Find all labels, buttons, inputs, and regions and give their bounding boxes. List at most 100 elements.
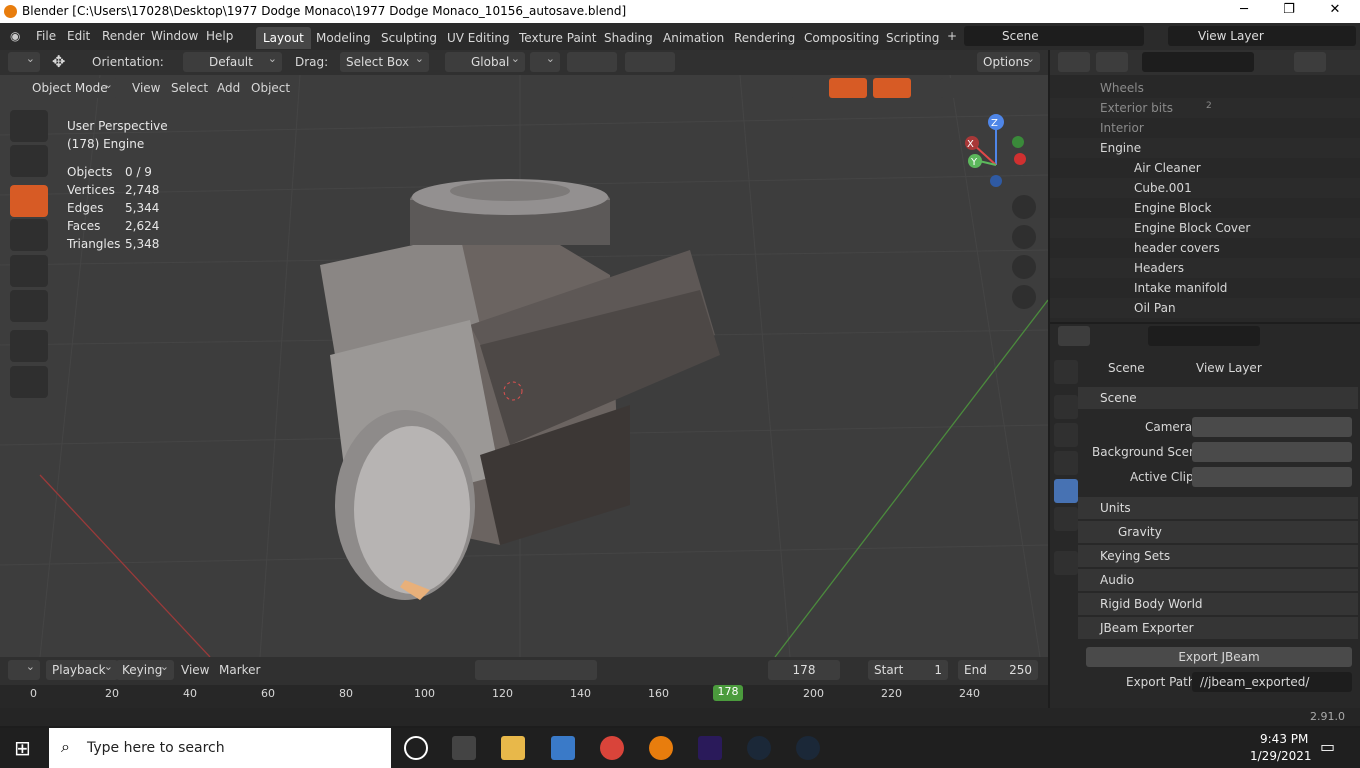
tool-tab-icon[interactable]: [1054, 360, 1078, 384]
timeline-marker-menu[interactable]: Marker: [219, 663, 260, 677]
close-button[interactable]: ✕: [1325, 2, 1345, 20]
timeline-view-menu[interactable]: View: [181, 663, 209, 677]
rotate-tool[interactable]: [10, 219, 48, 251]
timeline-editor-type[interactable]: [8, 660, 40, 680]
windows-start-icon[interactable]: ⊞: [14, 736, 31, 760]
end-frame-field[interactable]: End 250: [958, 660, 1038, 680]
taskbar-search-box[interactable]: ⌕ Type here to search: [49, 728, 391, 768]
pan-icon[interactable]: [1012, 225, 1036, 249]
tab-uv-editing[interactable]: UV Editing: [440, 27, 517, 49]
viewport-menu-object[interactable]: Object: [251, 81, 290, 95]
properties-search-input[interactable]: [1148, 326, 1260, 346]
minimize-button[interactable]: ─: [1234, 2, 1254, 20]
notification-icon[interactable]: ▭: [1320, 737, 1335, 756]
chrome-icon[interactable]: [600, 736, 624, 760]
timeline[interactable]: Playback Keying View Marker 178 Start1 E…: [0, 657, 1048, 708]
tab-animation[interactable]: Animation: [656, 27, 731, 49]
display-mode-icon[interactable]: [1096, 52, 1128, 72]
drag-dropdown[interactable]: Select Box: [340, 52, 429, 72]
shading-buttons[interactable]: [940, 78, 1022, 98]
cortana-icon[interactable]: [404, 736, 428, 760]
outliner-row-headers[interactable]: Headers: [1050, 258, 1360, 278]
options-dropdown[interactable]: Options: [977, 52, 1040, 72]
keying-menu[interactable]: Keying: [116, 660, 174, 680]
export-path-input[interactable]: //jbeam_exported/: [1192, 672, 1352, 692]
store-icon[interactable]: [551, 736, 575, 760]
scene-panel-header[interactable]: Scene: [1078, 387, 1358, 409]
editor-type-icon[interactable]: [1058, 52, 1090, 72]
keying-sets-panel[interactable]: Keying Sets: [1078, 545, 1358, 567]
tool-settings-icon[interactable]: [8, 52, 40, 72]
camera-view-icon[interactable]: [1012, 255, 1036, 279]
timeline-ruler[interactable]: 0 20 40 60 80 100 120 140 160 178 200 22…: [0, 685, 1048, 708]
transform-orientation-dropdown[interactable]: Global: [445, 52, 525, 72]
outliner-row-cube[interactable]: Cube.001: [1050, 178, 1360, 198]
outliner-row-oil-pan[interactable]: Oil Pan: [1050, 298, 1360, 318]
tab-sculpting[interactable]: Sculpting: [374, 27, 444, 49]
jbeam-exporter-panel[interactable]: JBeam Exporter: [1078, 617, 1358, 639]
units-panel[interactable]: Units: [1078, 497, 1358, 519]
menu-render[interactable]: Render: [102, 29, 145, 43]
properties-editor-type-icon[interactable]: [1058, 326, 1090, 346]
snap-toggle[interactable]: [567, 52, 617, 72]
task-view-icon[interactable]: [452, 736, 476, 760]
filter-icon[interactable]: [1294, 52, 1326, 72]
menu-help[interactable]: Help: [206, 29, 233, 43]
blender-taskbar-icon[interactable]: [649, 736, 673, 760]
output-tab-icon[interactable]: [1054, 423, 1078, 447]
outliner-row-engine[interactable]: Engine: [1050, 138, 1360, 158]
gravity-panel[interactable]: Gravity: [1078, 521, 1358, 543]
tab-rendering[interactable]: Rendering: [727, 27, 802, 49]
tab-layout[interactable]: Layout: [256, 27, 311, 49]
rigid-body-panel[interactable]: Rigid Body World: [1078, 593, 1358, 615]
audio-panel[interactable]: Audio: [1078, 569, 1358, 591]
steam-icon[interactable]: [747, 736, 771, 760]
maximize-button[interactable]: ❐: [1279, 2, 1299, 20]
blender-menu-icon[interactable]: ◉: [10, 29, 20, 43]
premiere-icon[interactable]: [698, 736, 722, 760]
select-box-tool[interactable]: [10, 110, 48, 142]
outliner-row-exterior[interactable]: Exterior bits 2: [1050, 98, 1360, 118]
outliner-row-header-covers[interactable]: header covers: [1050, 238, 1360, 258]
transform-tool[interactable]: [10, 290, 48, 322]
outliner-search-input[interactable]: [1142, 52, 1254, 72]
measure-tool[interactable]: [10, 366, 48, 398]
playback-menu[interactable]: Playback: [46, 660, 118, 680]
texture-tab-icon[interactable]: [1054, 551, 1078, 575]
tab-compositing[interactable]: Compositing: [797, 27, 886, 49]
outliner-row-wheels[interactable]: Wheels: [1050, 78, 1360, 98]
tab-texture-paint[interactable]: Texture Paint: [512, 27, 603, 49]
active-clip-field[interactable]: [1192, 467, 1352, 487]
add-workspace-button[interactable]: +: [947, 29, 957, 43]
tab-modeling[interactable]: Modeling: [309, 27, 378, 49]
annotate-tool[interactable]: [10, 330, 48, 362]
overlay-toggle[interactable]: [873, 78, 911, 98]
render-tab-icon[interactable]: [1054, 395, 1078, 419]
scale-tool[interactable]: [10, 255, 48, 287]
outliner-row-air-cleaner[interactable]: Air Cleaner: [1050, 158, 1360, 178]
export-jbeam-button[interactable]: Export JBeam: [1086, 647, 1352, 667]
gizmo-toggle[interactable]: [829, 78, 867, 98]
playhead[interactable]: 178: [713, 685, 743, 701]
viewport-menu-view[interactable]: View: [132, 81, 160, 95]
orientation-dropdown[interactable]: Default: [183, 52, 282, 72]
zoom-icon[interactable]: [1012, 195, 1036, 219]
steam-icon-2[interactable]: [796, 736, 820, 760]
3d-viewport[interactable]: Z X Y Object Mode View Select Add Object…: [0, 75, 1048, 657]
playback-controls[interactable]: [475, 660, 597, 680]
file-explorer-icon[interactable]: [501, 736, 525, 760]
mode-dropdown[interactable]: Object Mode: [10, 78, 118, 98]
tab-shading[interactable]: Shading: [597, 27, 660, 49]
menu-edit[interactable]: Edit: [67, 29, 90, 43]
menu-file[interactable]: File: [36, 29, 56, 43]
move-tool[interactable]: [10, 185, 48, 217]
viewport-menu-add[interactable]: Add: [217, 81, 240, 95]
tab-scripting[interactable]: Scripting: [879, 27, 946, 49]
proportional-edit-toggle[interactable]: [625, 52, 675, 72]
scene-selector[interactable]: Scene: [964, 26, 1144, 46]
outliner-row-interior[interactable]: Interior: [1050, 118, 1360, 138]
outliner-row-engine-block-cover[interactable]: Engine Block Cover: [1050, 218, 1360, 238]
visibility-dropdown[interactable]: [790, 78, 826, 98]
scene-tab-icon[interactable]: [1054, 479, 1078, 503]
camera-field[interactable]: [1192, 417, 1352, 437]
